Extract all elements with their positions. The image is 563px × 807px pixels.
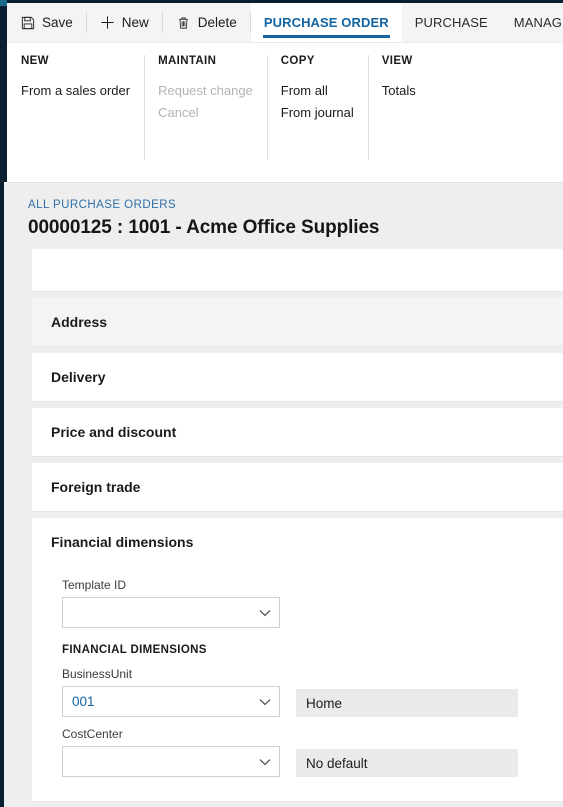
application-window: Save New Delete PURCHASE ORDER PURCHASE … bbox=[0, 0, 563, 807]
tab-purchase[interactable]: PURCHASE bbox=[402, 3, 501, 42]
trash-icon bbox=[176, 15, 191, 30]
save-button-label: Save bbox=[42, 15, 73, 30]
group-view: VIEW Totals bbox=[367, 55, 430, 175]
tab-manage[interactable]: MANAGE bbox=[501, 3, 563, 42]
page-title: 00000125 : 1001 - Acme Office Supplies bbox=[28, 217, 380, 238]
delete-button[interactable]: Delete bbox=[163, 3, 250, 42]
financial-dimensions-panel: Template ID FINANCIAL DIMENSIONS Busines… bbox=[32, 566, 563, 801]
fasttab-address-label: Address bbox=[51, 314, 108, 330]
menu-item-cancel: Cancel bbox=[158, 105, 199, 120]
action-pane-groups: NEW From a sales order MAINTAIN Request … bbox=[7, 43, 563, 175]
template-id-label: Template ID bbox=[62, 578, 127, 592]
menu-item-from-a-sales-order[interactable]: From a sales order bbox=[21, 80, 130, 102]
fasttab-address: Address bbox=[32, 298, 563, 347]
fasttab-price-and-discount-header[interactable]: Price and discount bbox=[32, 408, 563, 456]
businessunit-combobox[interactable]: 001 bbox=[62, 686, 280, 717]
costcenter-label: CostCenter bbox=[62, 727, 123, 741]
fasttab-delivery-label: Delivery bbox=[51, 369, 106, 385]
chevron-down-icon[interactable] bbox=[258, 755, 272, 769]
navigation-rail bbox=[0, 0, 7, 182]
fasttab-foreign-trade-label: Foreign trade bbox=[51, 479, 141, 495]
financial-dimensions-section-label: FINANCIAL DIMENSIONS bbox=[62, 644, 207, 656]
fasttab-financial-dimensions-header[interactable]: Financial dimensions bbox=[32, 518, 563, 566]
action-pane-tabbar: Save New Delete PURCHASE ORDER PURCHASE … bbox=[7, 3, 563, 43]
group-copy: COPY From all From journal bbox=[266, 55, 368, 175]
new-button[interactable]: New bbox=[87, 3, 162, 42]
fasttab-foreign-trade-header[interactable]: Foreign trade bbox=[32, 463, 563, 511]
save-icon bbox=[20, 15, 35, 30]
fasttab-summary bbox=[32, 249, 563, 292]
costcenter-row: No default bbox=[62, 746, 563, 777]
group-view-title: VIEW bbox=[381, 55, 413, 67]
menu-item-totals[interactable]: Totals bbox=[382, 80, 416, 102]
page-content: ALL PURCHASE ORDERS 00000125 : 1001 - Ac… bbox=[4, 183, 563, 807]
menu-item-from-journal[interactable]: From journal bbox=[281, 102, 354, 124]
tab-manage-label: MANAGE bbox=[513, 15, 563, 30]
breadcrumb[interactable]: ALL PURCHASE ORDERS bbox=[28, 199, 176, 211]
page-header: ALL PURCHASE ORDERS 00000125 : 1001 - Ac… bbox=[4, 183, 563, 249]
tab-purchase-label: PURCHASE bbox=[414, 15, 488, 30]
save-button[interactable]: Save bbox=[7, 3, 86, 42]
fasttab-price-and-discount: Price and discount bbox=[32, 408, 563, 457]
template-id-field-group: Template ID bbox=[62, 578, 563, 628]
group-maintain-title: MAINTAIN bbox=[158, 55, 217, 67]
chevron-down-icon[interactable] bbox=[258, 606, 272, 620]
businessunit-default-value: Home bbox=[296, 689, 518, 717]
businessunit-row: 001 Home bbox=[62, 686, 563, 717]
fasttab-financial-dimensions-label: Financial dimensions bbox=[51, 534, 194, 550]
action-pane: Save New Delete PURCHASE ORDER PURCHASE … bbox=[7, 3, 563, 183]
template-id-combobox[interactable] bbox=[62, 597, 280, 628]
fasttab-price-and-discount-label: Price and discount bbox=[51, 424, 177, 440]
businessunit-field-group: BusinessUnit 001 Home bbox=[62, 667, 563, 727]
form-body: Address Delivery Price and discount Fore… bbox=[4, 249, 563, 802]
plus-icon bbox=[100, 15, 115, 30]
navigation-rail-accent bbox=[0, 0, 7, 6]
group-new: NEW From a sales order bbox=[7, 55, 144, 175]
chevron-down-icon[interactable] bbox=[258, 695, 272, 709]
fasttab-delivery: Delivery bbox=[32, 353, 563, 402]
businessunit-label: BusinessUnit bbox=[62, 667, 133, 681]
new-button-label: New bbox=[121, 15, 149, 30]
menu-item-from-all[interactable]: From all bbox=[281, 80, 354, 102]
costcenter-combobox[interactable] bbox=[62, 746, 280, 777]
costcenter-field-group: CostCenter No default bbox=[62, 727, 563, 787]
costcenter-default-value: No default bbox=[296, 749, 518, 777]
group-copy-title: COPY bbox=[280, 55, 315, 67]
businessunit-value: 001 bbox=[72, 694, 95, 709]
tab-purchase-order-label: PURCHASE ORDER bbox=[263, 15, 389, 30]
fasttab-foreign-trade: Foreign trade bbox=[32, 463, 563, 512]
fasttab-financial-dimensions: Financial dimensions Template ID FINANCI… bbox=[32, 518, 563, 802]
delete-button-label: Delete bbox=[197, 15, 237, 30]
group-maintain: MAINTAIN Request change Cancel bbox=[144, 55, 267, 175]
fasttab-delivery-header[interactable]: Delivery bbox=[32, 353, 563, 401]
tab-purchase-order[interactable]: PURCHASE ORDER bbox=[250, 3, 402, 42]
group-new-title: NEW bbox=[21, 55, 49, 67]
menu-item-request-change: Request change bbox=[158, 83, 253, 98]
fasttab-address-header[interactable]: Address bbox=[32, 298, 563, 346]
